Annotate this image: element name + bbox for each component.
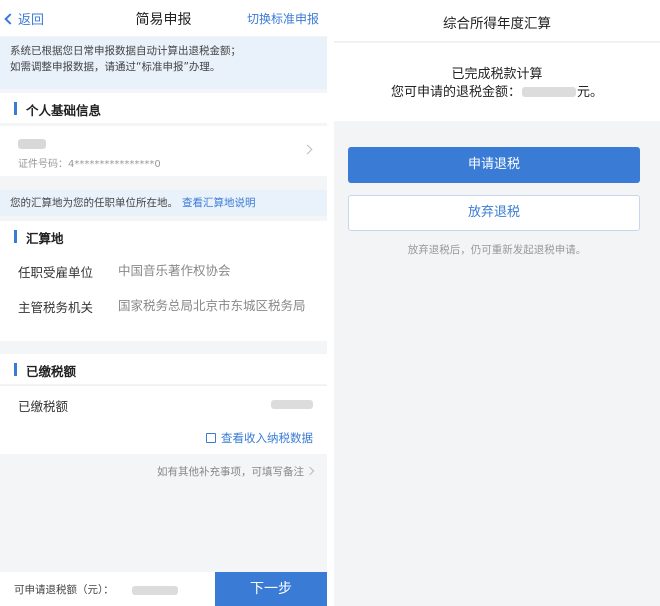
blurred-refund-amount bbox=[132, 586, 178, 595]
calculation-result: 已完成税款计算 您可申请的退税金额： 元。 bbox=[334, 43, 660, 121]
refund-amount-line: 您可申请的退税金额： 元。 bbox=[334, 81, 660, 100]
blurred-refund-amount bbox=[522, 87, 576, 97]
paid-tax-section-header: 已缴税额 bbox=[0, 354, 327, 384]
view-data-label: 查看收入纳税数据 bbox=[221, 431, 313, 445]
paid-tax-title: 已缴税额 bbox=[26, 364, 77, 379]
refund-amount-label: 可申请退税额（元）： bbox=[14, 584, 114, 596]
id-number: 证件号码：4****************0 bbox=[18, 159, 161, 170]
bottom-bar: 可申请退税额（元）： 下一步 bbox=[0, 572, 327, 606]
next-step-button[interactable]: 下一步 bbox=[215, 572, 327, 606]
notice-line-1: 系统已根据您日常申报数据自动计算出退税金额； bbox=[10, 45, 241, 57]
give-up-refund-button[interactable]: 放弃退税 bbox=[348, 195, 640, 231]
switch-standard-declaration-link[interactable]: 切换标准申报 bbox=[247, 10, 319, 27]
tax-office-value: 国家税务总局北京市东城区税务局 bbox=[118, 298, 306, 313]
paid-tax-row: 已缴税额 bbox=[0, 385, 327, 421]
personal-info-title: 个人基础信息 bbox=[26, 103, 102, 118]
section-accent-bar bbox=[14, 230, 17, 243]
apply-refund-button[interactable]: 申请退税 bbox=[348, 147, 640, 183]
notice-line-2: 如需调整申报数据，请通过“标准申报”办理。 bbox=[10, 61, 221, 73]
calc-complete-text: 已完成税款计算 bbox=[451, 67, 543, 82]
remark-label: 如有其他补充事项，可填写备注 bbox=[157, 466, 304, 478]
section-accent-bar bbox=[14, 102, 17, 115]
annual-settlement-panel: 综合所得年度汇算 已完成税款计算 您可申请的退税金额： 元。 申请退税 放弃退税 … bbox=[334, 0, 660, 606]
settlement-section-header: 汇算地 bbox=[0, 221, 327, 251]
left-header: 返回 简易申报 切换标准申报 bbox=[0, 0, 327, 36]
settlement-location-tip: 您的汇算地为您的任职单位所在地。 查看汇算地说明 bbox=[0, 190, 327, 216]
give-up-note: 放弃退税后，仍可重新发起退税申请。 bbox=[407, 244, 587, 256]
personal-info-card[interactable]: 证件号码：4****************0 bbox=[0, 126, 327, 176]
employer-value: 中国音乐著作权协会 bbox=[118, 263, 231, 278]
blurred-name bbox=[18, 139, 46, 149]
chevron-right-icon bbox=[305, 466, 315, 476]
tip-text: 您的汇算地为您的任职单位所在地。 bbox=[10, 197, 178, 209]
auto-calc-notice: 系统已根据您日常申报数据自动计算出退税金额； 如需调整申报数据，请通过“标准申报… bbox=[0, 37, 327, 89]
refund-amount-prefix: 您可申请的退税金额： bbox=[390, 85, 521, 100]
settlement-explanation-link[interactable]: 查看汇算地说明 bbox=[182, 197, 256, 209]
employer-row: 任职受雇单位 中国音乐著作权协会 bbox=[0, 251, 327, 289]
panel-divider bbox=[327, 0, 334, 606]
tax-office-row: 主管税务机关 国家税务总局北京市东城区税务局 bbox=[0, 289, 327, 341]
blurred-paid-amount bbox=[271, 400, 313, 409]
right-header-title: 综合所得年度汇算 bbox=[334, 0, 660, 42]
chevron-right-icon bbox=[302, 144, 313, 155]
tax-office-label: 主管税务机关 bbox=[18, 300, 94, 315]
paid-tax-label: 已缴税额 bbox=[18, 399, 69, 414]
view-income-tax-data-link[interactable]: 查看收入纳税数据 bbox=[206, 430, 313, 446]
edit-icon bbox=[206, 433, 216, 443]
personal-info-section-header: 个人基础信息 bbox=[0, 93, 327, 123]
refund-amount-suffix: 元。 bbox=[577, 85, 604, 100]
section-accent-bar bbox=[14, 363, 17, 376]
settlement-title: 汇算地 bbox=[26, 231, 64, 246]
employer-label: 任职受雇单位 bbox=[18, 265, 94, 280]
remark-link[interactable]: 如有其他补充事项，可填写备注 bbox=[157, 464, 315, 479]
simple-declaration-panel: 返回 简易申报 切换标准申报 系统已根据您日常申报数据自动计算出退税金额； 如需… bbox=[0, 0, 327, 606]
